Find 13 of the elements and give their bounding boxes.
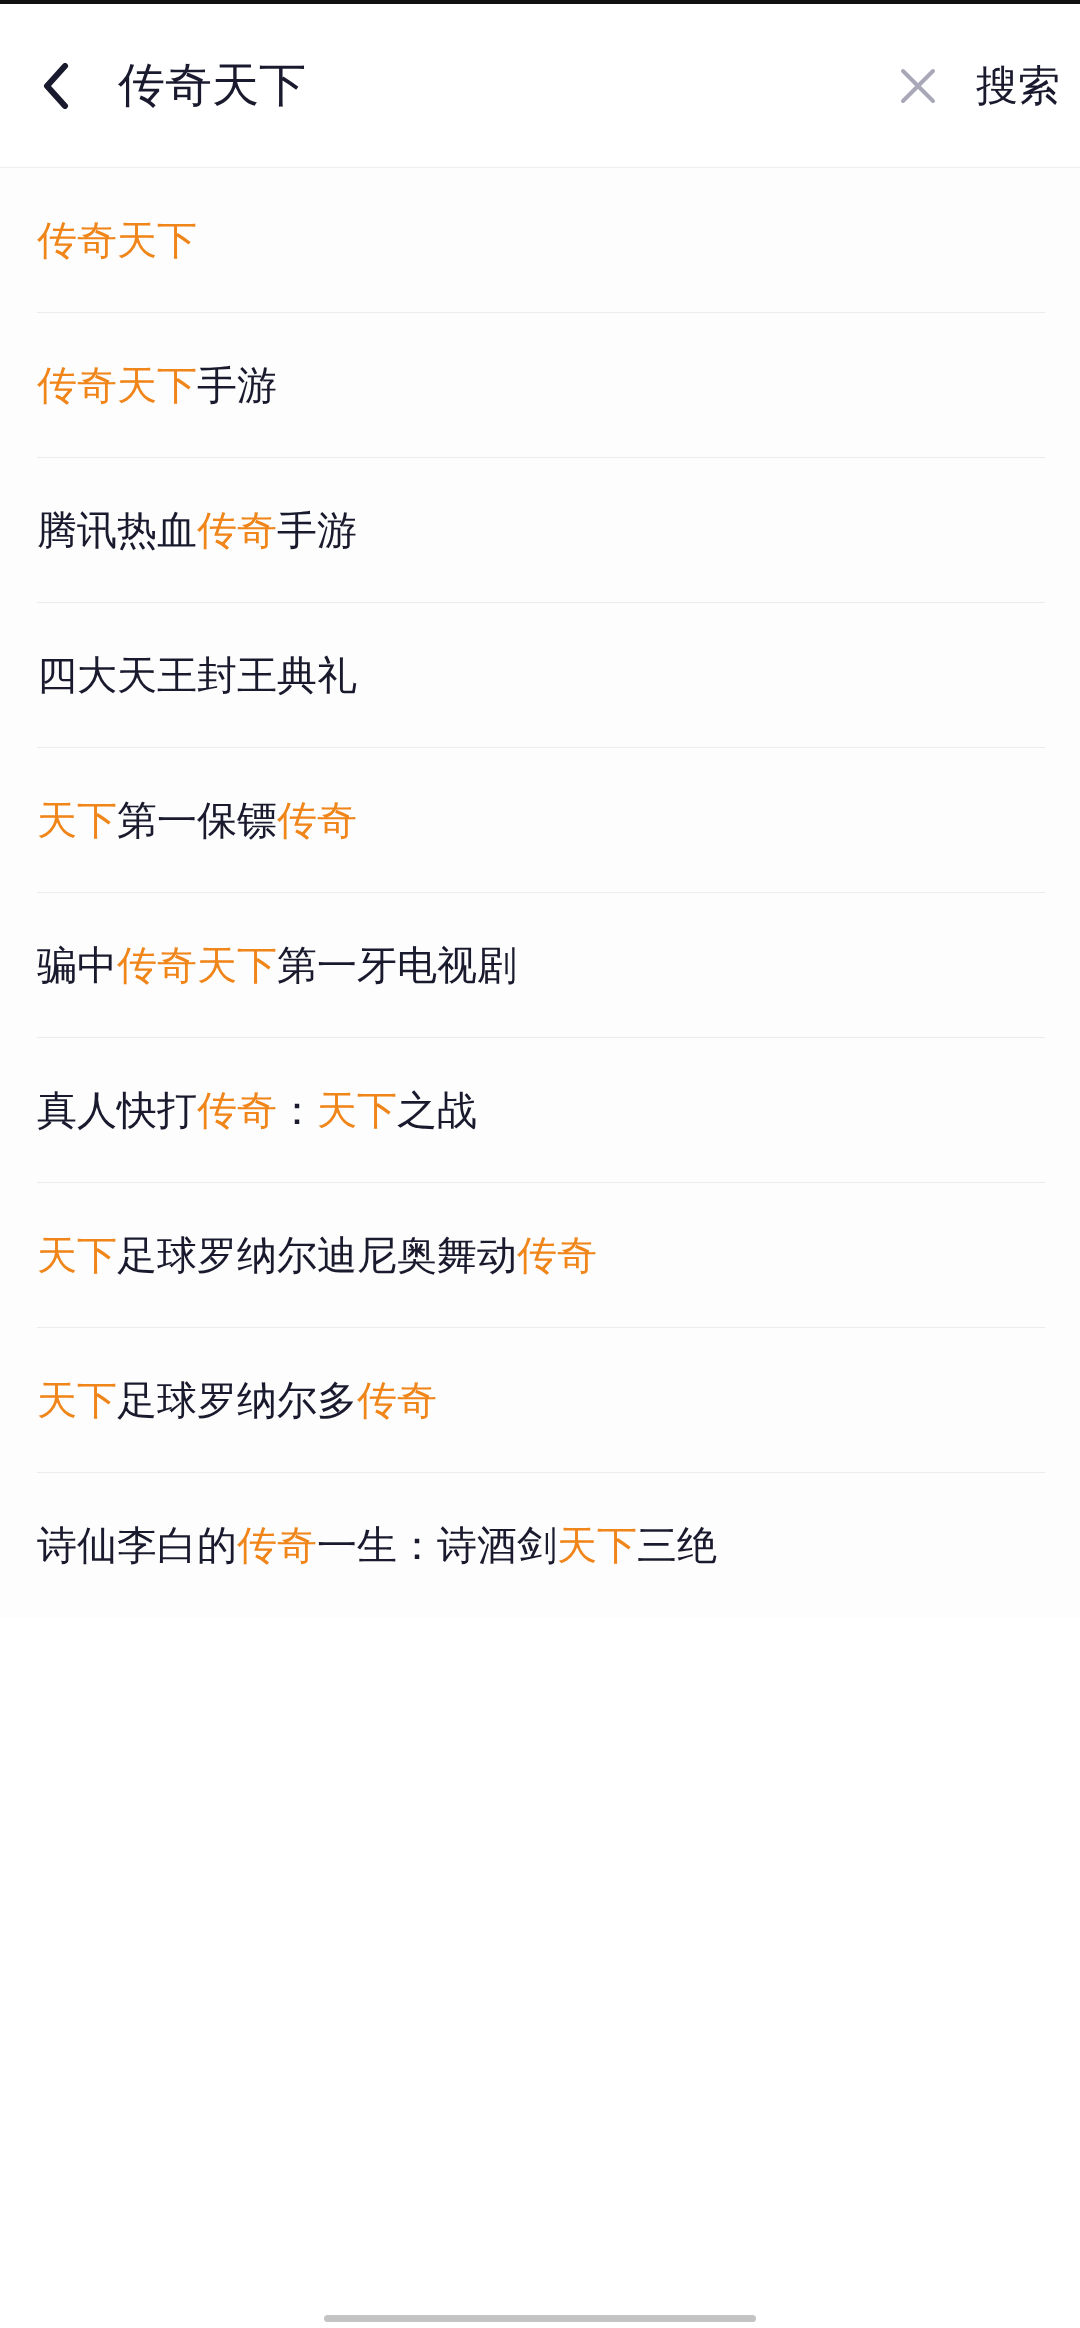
suggestion-item[interactable]: 诗仙李白的传奇一生：诗酒剑天下三绝 <box>37 1473 1045 1617</box>
search-field[interactable]: 传奇天下 <box>118 58 896 113</box>
suggestion-item[interactable]: 天下足球罗纳尔多传奇 <box>37 1328 1045 1473</box>
suggestion-item[interactable]: 四大天王封王典礼 <box>37 603 1045 748</box>
suggestion-item[interactable]: 骗中传奇天下第一牙电视剧 <box>37 893 1045 1038</box>
suggestion-item[interactable]: 天下第一保镖传奇 <box>37 748 1045 893</box>
suggestion-item[interactable]: 真人快打传奇：天下之战 <box>37 1038 1045 1183</box>
suggestion-item[interactable]: 传奇天下手游 <box>37 313 1045 458</box>
close-icon <box>900 67 936 104</box>
suggestion-item[interactable]: 天下足球罗纳尔迪尼奥舞动传奇 <box>37 1183 1045 1328</box>
search-button[interactable]: 搜索 <box>976 57 1060 114</box>
back-icon <box>43 62 69 109</box>
suggestion-item[interactable]: 腾讯热血传奇手游 <box>37 458 1045 603</box>
